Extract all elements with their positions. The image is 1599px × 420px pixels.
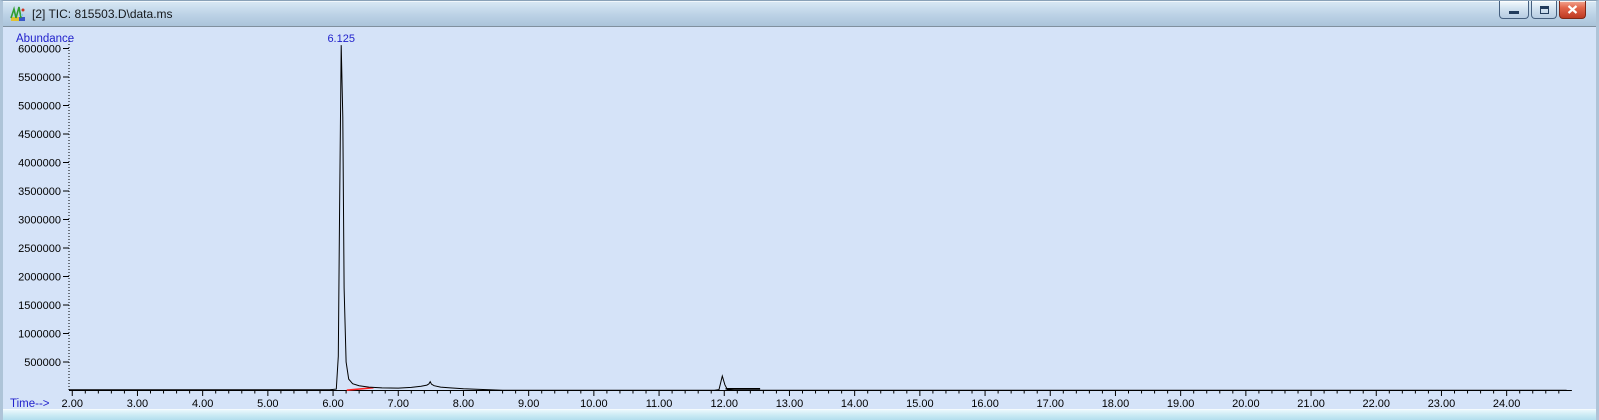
x-tick-label: 11.00 bbox=[646, 398, 673, 409]
x-tick-label: 22.00 bbox=[1362, 398, 1390, 409]
y-tick-label: 5000000 bbox=[18, 101, 61, 113]
x-tick-label: 24.00 bbox=[1493, 398, 1521, 409]
minimize-icon bbox=[1509, 10, 1519, 14]
x-tick-label: 4.00 bbox=[192, 398, 213, 409]
x-tick-label: 23.00 bbox=[1428, 398, 1456, 409]
integration-baseline bbox=[346, 386, 374, 392]
chromatogram-plot[interactable]: 500000 1000000 1500000 2000000 2500000 300000… bbox=[3, 27, 1596, 409]
window-bottom-border bbox=[3, 409, 1596, 420]
chemstation-window: [2] TIC: 815503.D\data.ms 500000 1000000 1… bbox=[0, 0, 1599, 420]
x-tick-label: 21.00 bbox=[1297, 398, 1325, 409]
y-tick-label: 6000000 bbox=[18, 44, 61, 56]
close-button[interactable] bbox=[1559, 1, 1586, 19]
y-tick-label: 2000000 bbox=[18, 272, 61, 284]
y-tick-label: 5500000 bbox=[18, 72, 61, 84]
x-tick-label: 17.00 bbox=[1036, 398, 1064, 409]
x-tick-label: 19.00 bbox=[1167, 398, 1195, 409]
tic-trace bbox=[69, 45, 1567, 391]
x-tick-label: 2.00 bbox=[62, 398, 83, 409]
chromatogram-app-icon[interactable] bbox=[10, 5, 26, 22]
x-tick-label: 5.00 bbox=[257, 398, 278, 409]
y-axis: 500000 1000000 1500000 2000000 2500000 300000… bbox=[18, 41, 70, 391]
minimize-button[interactable] bbox=[1499, 1, 1529, 19]
restore-button[interactable] bbox=[1531, 1, 1557, 19]
x-tick-label: 18.00 bbox=[1102, 398, 1130, 409]
x-axis: 2.00 3.00 4.00 5.00 6.00 7.00 8.00 9.00 10.00 11.… bbox=[62, 390, 1572, 409]
y-tick-label: 2500000 bbox=[18, 243, 61, 255]
x-tick-label: 7.00 bbox=[388, 398, 409, 409]
x-tick-label: 10.00 bbox=[580, 398, 608, 409]
y-tick-label: 3000000 bbox=[18, 215, 61, 227]
close-icon bbox=[1567, 5, 1578, 14]
x-tick-label: 9.00 bbox=[518, 398, 539, 409]
x-tick-label: 3.00 bbox=[127, 398, 148, 409]
window-controls bbox=[1499, 1, 1586, 19]
y-tick-label: 4500000 bbox=[18, 129, 61, 141]
x-tick-label: 8.00 bbox=[453, 398, 474, 409]
chart-area: 500000 1000000 1500000 2000000 2500000 300000… bbox=[3, 27, 1596, 409]
x-tick-label: 6.00 bbox=[322, 398, 343, 409]
x-tick-label: 15.00 bbox=[906, 398, 934, 409]
x-tick-label: 20.00 bbox=[1232, 398, 1260, 409]
y-tick-label: 1500000 bbox=[18, 300, 61, 312]
x-tick-label: 14.00 bbox=[841, 398, 869, 409]
peak-label: 6.125 bbox=[327, 33, 355, 45]
y-axis-title: Abundance bbox=[16, 33, 74, 45]
y-tick-label: 4000000 bbox=[18, 158, 61, 170]
x-tick-label: 13.00 bbox=[776, 398, 804, 409]
window-title: [2] TIC: 815503.D\data.ms bbox=[32, 6, 173, 21]
x-tick-label: 12.00 bbox=[710, 398, 738, 409]
x-tick-label: 16.00 bbox=[971, 398, 999, 409]
title-bar[interactable]: [2] TIC: 815503.D\data.ms bbox=[3, 1, 1596, 27]
y-tick-label: 1000000 bbox=[18, 329, 61, 341]
y-tick-label: 3500000 bbox=[18, 186, 61, 198]
x-axis-title: Time--> bbox=[10, 398, 50, 409]
y-tick-label: 500000 bbox=[24, 357, 61, 369]
restore-icon bbox=[1539, 5, 1549, 14]
